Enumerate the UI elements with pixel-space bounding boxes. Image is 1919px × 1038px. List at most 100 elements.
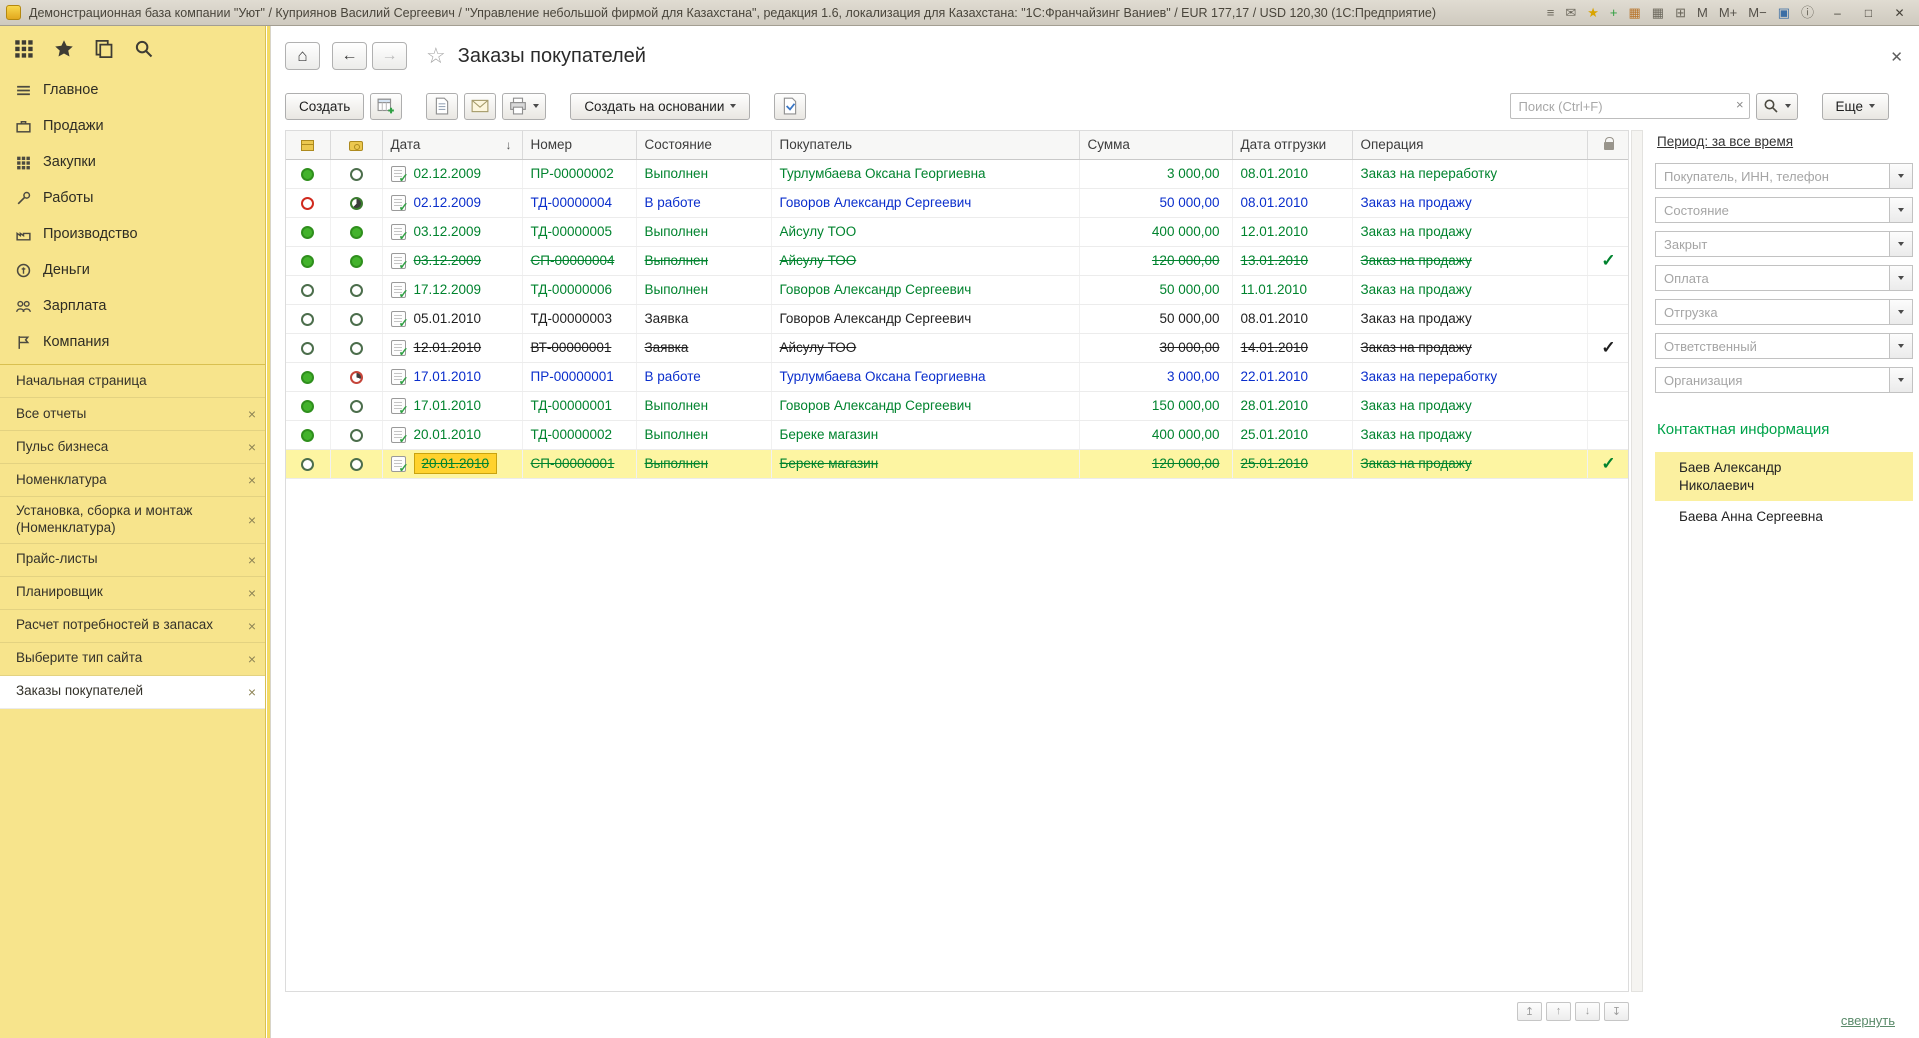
filter-input[interactable]: [1655, 197, 1889, 223]
open-window-item[interactable]: Заказы покупателей×: [0, 676, 265, 709]
search-settings-button[interactable]: [1756, 93, 1798, 120]
open-window-item[interactable]: Планировщик×: [0, 577, 265, 610]
column-header-amount[interactable]: Сумма: [1079, 131, 1232, 159]
open-window-item[interactable]: Прайс-листы×: [0, 544, 265, 577]
form-close-icon[interactable]: ✕: [1890, 48, 1903, 66]
go-last-button[interactable]: ↧: [1604, 1002, 1629, 1021]
home-button[interactable]: ⌂: [285, 42, 320, 70]
sidebar-section-main[interactable]: Главное: [0, 72, 265, 108]
sidebar-section-salary[interactable]: Зарплата: [0, 288, 265, 324]
table-row[interactable]: 12.01.2010ВТ-00000001ЗаявкаАйсулу ТОО30 …: [286, 333, 1629, 362]
close-button[interactable]: ✕: [1886, 3, 1913, 22]
period-link[interactable]: Период: за все время: [1657, 134, 1793, 149]
close-window-icon[interactable]: ×: [248, 586, 256, 600]
filter-input[interactable]: [1655, 367, 1889, 393]
minimize-button[interactable]: –: [1824, 3, 1851, 22]
filter-dropdown-button[interactable]: [1889, 299, 1913, 325]
collapse-link[interactable]: свернуть: [1841, 1013, 1895, 1028]
link-icon[interactable]: ≡: [1547, 6, 1555, 19]
go-first-button[interactable]: ↥: [1517, 1002, 1542, 1021]
info-icon[interactable]: ⓘ: [1801, 6, 1814, 19]
open-window-item[interactable]: Начальная страница: [0, 365, 265, 398]
sidebar-section-company[interactable]: Компания: [0, 324, 265, 360]
filter-dropdown-button[interactable]: [1889, 367, 1913, 393]
open-window-item[interactable]: Расчет потребностей в запасах×: [0, 610, 265, 643]
close-window-icon[interactable]: ×: [248, 407, 256, 421]
mail-button[interactable]: [464, 93, 496, 120]
more-button[interactable]: Еще: [1822, 93, 1889, 120]
column-header-lock[interactable]: [1587, 131, 1629, 159]
table-row[interactable]: 17.01.2010ПР-00000001В работеТурлумбаева…: [286, 362, 1629, 391]
memory-m-minus-button[interactable]: M−: [1748, 6, 1766, 19]
search-input[interactable]: [1510, 93, 1750, 119]
apps-menu-icon[interactable]: [14, 39, 34, 59]
table-row[interactable]: 17.01.2010ТД-00000001ВыполненГоворов Але…: [286, 391, 1629, 420]
windows-icon[interactable]: ▣: [1778, 6, 1790, 19]
filter-input[interactable]: [1655, 231, 1889, 257]
open-window-item[interactable]: Выберите тип сайта×: [0, 643, 265, 676]
memory-m-plus-button[interactable]: M+: [1719, 6, 1737, 19]
column-header-date[interactable]: Дата ↓: [382, 131, 522, 159]
filter-input[interactable]: [1655, 163, 1889, 189]
close-window-icon[interactable]: ×: [248, 619, 256, 633]
memory-m-button[interactable]: M: [1697, 6, 1708, 19]
column-header-customer[interactable]: Покупатель: [771, 131, 1079, 159]
favorites-star-icon[interactable]: ★: [1587, 6, 1599, 19]
open-window-item[interactable]: Пульс бизнеса×: [0, 431, 265, 464]
filter-input[interactable]: [1655, 299, 1889, 325]
column-header-operation[interactable]: Операция: [1352, 131, 1587, 159]
table-scrollbar[interactable]: [1631, 130, 1643, 992]
close-window-icon[interactable]: ×: [248, 652, 256, 666]
table-icon[interactable]: ▦: [1629, 6, 1641, 19]
table-row[interactable]: 03.12.2009СП-00000004ВыполненАйсулу ТОО1…: [286, 246, 1629, 275]
column-header-ship-date[interactable]: Дата отгрузки: [1232, 131, 1352, 159]
maximize-button[interactable]: □: [1855, 3, 1882, 22]
go-previous-button[interactable]: ↑: [1546, 1002, 1571, 1021]
filter-dropdown-button[interactable]: [1889, 265, 1913, 291]
sidebar-section-production[interactable]: Производство: [0, 216, 265, 252]
close-window-icon[interactable]: ×: [248, 440, 256, 454]
contact-item[interactable]: Баев Александр Николаевич: [1655, 452, 1913, 501]
search-clear-icon[interactable]: ×: [1736, 97, 1744, 112]
create-based-on-dropdown[interactable]: Создать на основании: [570, 93, 750, 120]
shipment-state-column-header[interactable]: [286, 131, 330, 159]
sidebar-section-works[interactable]: Работы: [0, 180, 265, 216]
calculator-icon[interactable]: ⊞: [1675, 6, 1686, 19]
filter-dropdown-button[interactable]: [1889, 197, 1913, 223]
table-row[interactable]: 03.12.2009ТД-00000005ВыполненАйсулу ТОО4…: [286, 217, 1629, 246]
table-row[interactable]: 02.12.2009ТД-00000004В работеГоворов Але…: [286, 188, 1629, 217]
filter-input[interactable]: [1655, 333, 1889, 359]
table-row[interactable]: 17.12.2009ТД-00000006ВыполненГоворов Але…: [286, 275, 1629, 304]
attachment-icon[interactable]: ✉: [1565, 6, 1576, 19]
open-window-item[interactable]: Установка, сборка и монтаж (Номенклатура…: [0, 497, 265, 544]
sidebar-section-sales[interactable]: Продажи: [0, 108, 265, 144]
add-icon[interactable]: +: [1610, 6, 1618, 19]
open-window-item[interactable]: Номенклатура×: [0, 464, 265, 497]
sidebar-section-purchases[interactable]: Закупки: [0, 144, 265, 180]
close-window-icon[interactable]: ×: [248, 513, 256, 527]
table-row[interactable]: 02.12.2009ПР-00000002ВыполненТурлумбаева…: [286, 159, 1629, 188]
calendar-icon[interactable]: ▦: [1652, 6, 1664, 19]
payment-state-column-header[interactable]: [330, 131, 382, 159]
column-header-number[interactable]: Номер: [522, 131, 636, 159]
history-icon[interactable]: [94, 39, 114, 59]
contact-item[interactable]: Баева Анна Сергеевна: [1655, 501, 1913, 533]
filter-input[interactable]: [1655, 265, 1889, 291]
table-row[interactable]: 20.01.2010ТД-00000002ВыполненБереке мага…: [286, 420, 1629, 449]
close-window-icon[interactable]: ×: [248, 685, 256, 699]
create-button[interactable]: Создать: [285, 93, 364, 120]
attachments-button[interactable]: [774, 93, 806, 120]
create-by-copy-button[interactable]: [370, 93, 402, 120]
go-next-button[interactable]: ↓: [1575, 1002, 1600, 1021]
close-window-icon[interactable]: ×: [248, 473, 256, 487]
favorite-toggle-icon[interactable]: ☆: [426, 43, 446, 69]
filter-dropdown-button[interactable]: [1889, 163, 1913, 189]
open-window-item[interactable]: Все отчеты×: [0, 398, 265, 431]
filter-dropdown-button[interactable]: [1889, 333, 1913, 359]
table-row[interactable]: 05.01.2010ТД-00000003ЗаявкаГоворов Алекс…: [286, 304, 1629, 333]
column-header-status[interactable]: Состояние: [636, 131, 771, 159]
forward-button[interactable]: →: [372, 42, 407, 70]
print-dropdown-button[interactable]: [502, 93, 546, 120]
sidebar-section-money[interactable]: Деньги: [0, 252, 265, 288]
table-row[interactable]: 20.01.2010СП-00000001ВыполненБереке мага…: [286, 449, 1629, 478]
